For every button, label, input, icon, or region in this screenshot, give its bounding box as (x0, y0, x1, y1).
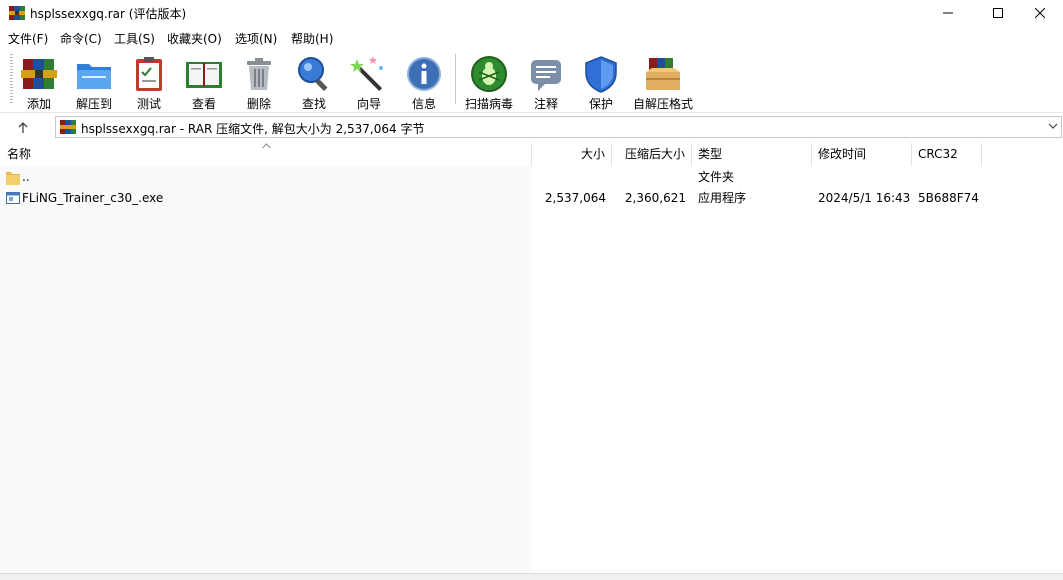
close-button[interactable] (1017, 0, 1063, 26)
file-name: FLiNG_Trainer_c30_.exe (22, 191, 164, 205)
column-name-label: 名称 (7, 147, 32, 161)
title-bar: hsplssexxgq.rar (评估版本) (0, 0, 1063, 26)
virus-scan-label: 扫描病毒 (464, 97, 513, 111)
folder-icon (6, 172, 20, 185)
wizard-button[interactable]: 向导 (341, 52, 397, 111)
test-button[interactable]: 测试 (121, 52, 177, 111)
comment-icon (531, 60, 561, 91)
minimize-icon (943, 12, 953, 14)
toolbar: 添加 解压到 测试 查看 删除 查找 向导 信息 扫描病毒 注释 保护 自解压格… (0, 48, 1063, 113)
delete-label: 删除 (246, 97, 271, 111)
maximize-icon (993, 8, 1003, 18)
file-size: 2,537,064 (544, 191, 606, 205)
test-label: 测试 (136, 97, 161, 111)
comment-label: 注释 (533, 97, 558, 111)
find-label: 查找 (301, 97, 326, 111)
minimize-button[interactable] (925, 0, 971, 26)
file-packed-size: 2,360,621 (624, 191, 686, 205)
extract-to-button[interactable]: 解压到 (66, 52, 122, 111)
column-size[interactable]: 大小 (532, 143, 612, 166)
test-clipboard-icon (136, 57, 162, 91)
column-size-label: 大小 (580, 147, 605, 161)
file-crc: 5B688F74 (918, 191, 979, 205)
path-combobox[interactable]: hsplssexxgq.rar - RAR 压缩文件, 解包大小为 2,537,… (55, 116, 1062, 138)
column-modified-label: 修改时间 (818, 147, 867, 161)
column-name[interactable]: 名称 (0, 143, 532, 166)
sfx-box-icon (646, 58, 680, 90)
menu-help[interactable]: 帮助(H) (291, 30, 333, 47)
add-label: 添加 (26, 97, 51, 111)
list-item[interactable]: .. 文件夹 (0, 167, 1063, 188)
info-icon (407, 57, 441, 91)
application-icon (6, 192, 20, 204)
file-type: 应用程序 (698, 191, 747, 205)
column-type[interactable]: 类型 (692, 143, 812, 166)
extract-folder-icon (77, 64, 111, 89)
menu-file[interactable]: 文件(F) (8, 30, 48, 47)
menu-commands[interactable]: 命令(C) (60, 30, 102, 47)
info-label: 信息 (411, 97, 436, 111)
find-button[interactable]: 查找 (286, 52, 342, 111)
sfx-button[interactable]: 自解压格式 (633, 52, 693, 111)
shield-icon (585, 56, 617, 93)
column-packed-label: 压缩后大小 (624, 147, 685, 161)
column-modified[interactable]: 修改时间 (812, 143, 912, 166)
view-book-icon (186, 62, 222, 88)
view-label: 查看 (191, 97, 216, 111)
sfx-label: 自解压格式 (632, 97, 693, 111)
maximize-button[interactable] (975, 0, 1021, 26)
column-packed[interactable]: 压缩后大小 (612, 143, 692, 166)
rar-archive-icon (60, 120, 76, 134)
window-title: hsplssexxgq.rar (评估版本) (30, 7, 187, 21)
column-crc[interactable]: CRC32 (912, 143, 982, 166)
menu-favorites[interactable]: 收藏夹(O) (167, 30, 222, 47)
path-text: hsplssexxgq.rar - RAR 压缩文件, 解包大小为 2,537,… (81, 122, 425, 136)
info-button[interactable]: 信息 (396, 52, 452, 111)
protect-button[interactable]: 保护 (573, 52, 629, 111)
magic-wand-icon (350, 56, 383, 92)
protect-label: 保护 (588, 97, 613, 111)
file-list-header: 名称 大小 压缩后大小 类型 修改时间 CRC32 (0, 143, 1063, 166)
comment-button[interactable]: 注释 (518, 52, 574, 111)
column-type-label: 类型 (698, 147, 723, 161)
sort-ascending-icon (262, 143, 271, 149)
menu-bar: 文件(F) 命令(C) 工具(S) 收藏夹(O) 选项(N) 帮助(H) (0, 26, 1063, 48)
extract-to-label: 解压到 (75, 97, 112, 111)
file-name: .. (22, 170, 30, 184)
file-type: 文件夹 (698, 170, 735, 184)
chevron-down-icon[interactable] (1048, 121, 1058, 131)
wizard-label: 向导 (356, 97, 381, 111)
add-archive-icon (21, 59, 57, 89)
menu-options[interactable]: 选项(N) (235, 30, 277, 47)
virus-scan-button[interactable]: 扫描病毒 (461, 52, 517, 111)
view-button[interactable]: 查看 (176, 52, 232, 111)
search-icon (298, 57, 328, 92)
address-bar: hsplssexxgq.rar - RAR 压缩文件, 解包大小为 2,537,… (0, 114, 1063, 142)
virus-scan-icon (471, 56, 507, 92)
menu-tools[interactable]: 工具(S) (114, 30, 155, 47)
file-list: .. 文件夹 FLiNG_Trainer_c30_.exe 2,537,064 … (0, 166, 1063, 573)
add-button[interactable]: 添加 (11, 52, 67, 111)
list-item[interactable]: FLiNG_Trainer_c30_.exe 2,537,064 2,360,6… (0, 188, 1063, 209)
trash-icon (247, 58, 271, 90)
file-modified: 2024/5/1 16:43 (818, 191, 911, 205)
up-one-level-button[interactable] (0, 116, 46, 140)
winrar-icon (9, 6, 25, 20)
delete-button[interactable]: 删除 (231, 52, 287, 111)
column-crc-label: CRC32 (918, 147, 958, 161)
close-icon (1035, 8, 1045, 18)
arrow-up-icon (18, 122, 28, 133)
toolbar-separator (455, 54, 456, 104)
